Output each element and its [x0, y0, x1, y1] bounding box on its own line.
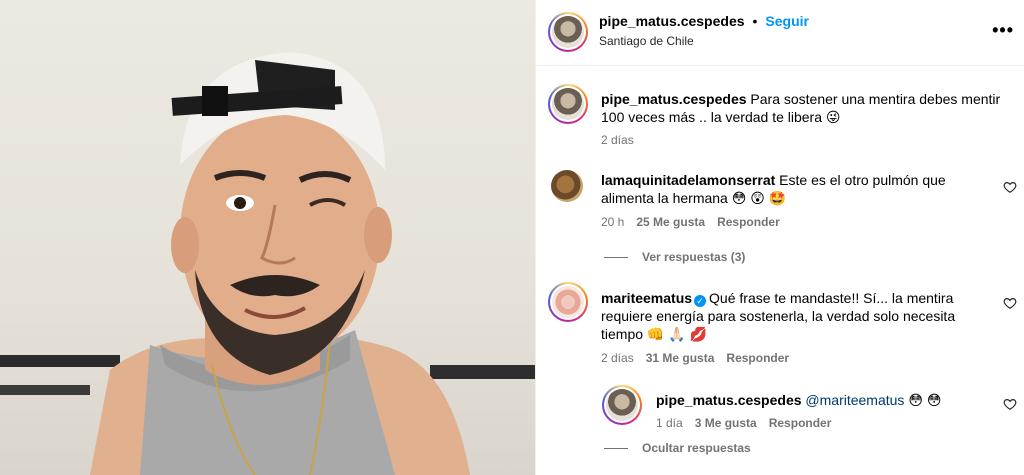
- comment-text-line2: requiere energía para sostenerla, la ver…: [601, 308, 956, 324]
- comment-avatar[interactable]: [548, 282, 588, 322]
- post-photo[interactable]: [0, 0, 535, 475]
- reply-emojis: 😳 😳: [908, 392, 942, 408]
- reply-avatar[interactable]: [602, 385, 642, 425]
- hide-replies-button[interactable]: Ocultar respuestas: [604, 441, 751, 455]
- caption-time[interactable]: 2 días: [601, 133, 634, 147]
- comment-likes[interactable]: 25 Me gusta: [636, 215, 705, 229]
- reply-likes[interactable]: 3 Me gusta: [695, 416, 757, 430]
- comment-body: lamaquinitadelamonserrat Este es el otro…: [601, 171, 981, 207]
- comment-meta: 20 h 25 Me gusta Responder: [601, 215, 780, 229]
- view-replies-button[interactable]: Ver respuestas (3): [604, 250, 745, 264]
- caption-body: pipe_matus.cespedes Para sostener una me…: [601, 90, 1001, 126]
- more-options-icon[interactable]: •••: [992, 20, 1014, 41]
- reply-button[interactable]: Responder: [717, 215, 780, 229]
- comment-body: mariteematus ✓ Qué frase te mandaste!! Sí.…: [601, 289, 991, 343]
- verified-badge-icon: ✓: [694, 295, 707, 307]
- hide-replies-label: Ocultar respuestas: [642, 441, 751, 455]
- follow-button[interactable]: Seguir: [765, 13, 809, 29]
- separator-dot: •: [752, 13, 758, 29]
- comment-text-line3: tiempo 👊 🙏🏻 💋: [601, 326, 707, 342]
- like-heart-icon[interactable]: [1003, 397, 1017, 411]
- comment-meta: 2 días 31 Me gusta Responder: [601, 351, 789, 365]
- comment-likes[interactable]: 31 Me gusta: [646, 351, 715, 365]
- like-heart-icon[interactable]: [1003, 180, 1017, 194]
- comment-time[interactable]: 20 h: [601, 215, 624, 229]
- like-heart-icon[interactable]: [1003, 296, 1017, 310]
- reply-button[interactable]: Responder: [726, 351, 789, 365]
- post-header: pipe_matus.cespedes • Seguir Santiago de…: [536, 0, 1024, 66]
- reply-meta: 1 día 3 Me gusta Responder: [656, 416, 831, 430]
- reply-mention-link[interactable]: @mariteematus: [805, 392, 904, 408]
- caption-avatar[interactable]: [548, 84, 588, 124]
- post-image-illustration: [0, 52, 535, 475]
- comment-text-line1: Qué frase te mandaste!! Sí... la mentira: [709, 290, 954, 306]
- replies-divider: [604, 256, 628, 258]
- comment-text-line2: alimenta la hermana 😳 😲 🤩: [601, 190, 787, 206]
- replies-divider: [604, 447, 628, 449]
- reply-username[interactable]: pipe_matus.cespedes: [656, 392, 802, 408]
- reply-time[interactable]: 1 día: [656, 416, 683, 430]
- caption-meta: 2 días: [601, 133, 634, 147]
- comment-username[interactable]: mariteematus: [601, 290, 692, 306]
- comments-panel: pipe_matus.cespedes • Seguir Santiago de…: [535, 0, 1024, 475]
- reply-button[interactable]: Responder: [769, 416, 832, 430]
- comment-username[interactable]: lamaquinitadelamonserrat: [601, 172, 775, 188]
- post-location[interactable]: Santiago de Chile: [599, 34, 694, 48]
- author-avatar[interactable]: [548, 12, 588, 52]
- caption-username[interactable]: pipe_matus.cespedes: [601, 91, 747, 107]
- comment-text-line1: Este es el otro pulmón que: [779, 172, 946, 188]
- author-username[interactable]: pipe_matus.cespedes: [599, 13, 745, 29]
- view-replies-label: Ver respuestas (3): [642, 250, 746, 264]
- comment-avatar[interactable]: [551, 170, 583, 202]
- reply-body: pipe_matus.cespedes @mariteematus 😳 😳: [656, 391, 986, 409]
- comment-time[interactable]: 2 días: [601, 351, 634, 365]
